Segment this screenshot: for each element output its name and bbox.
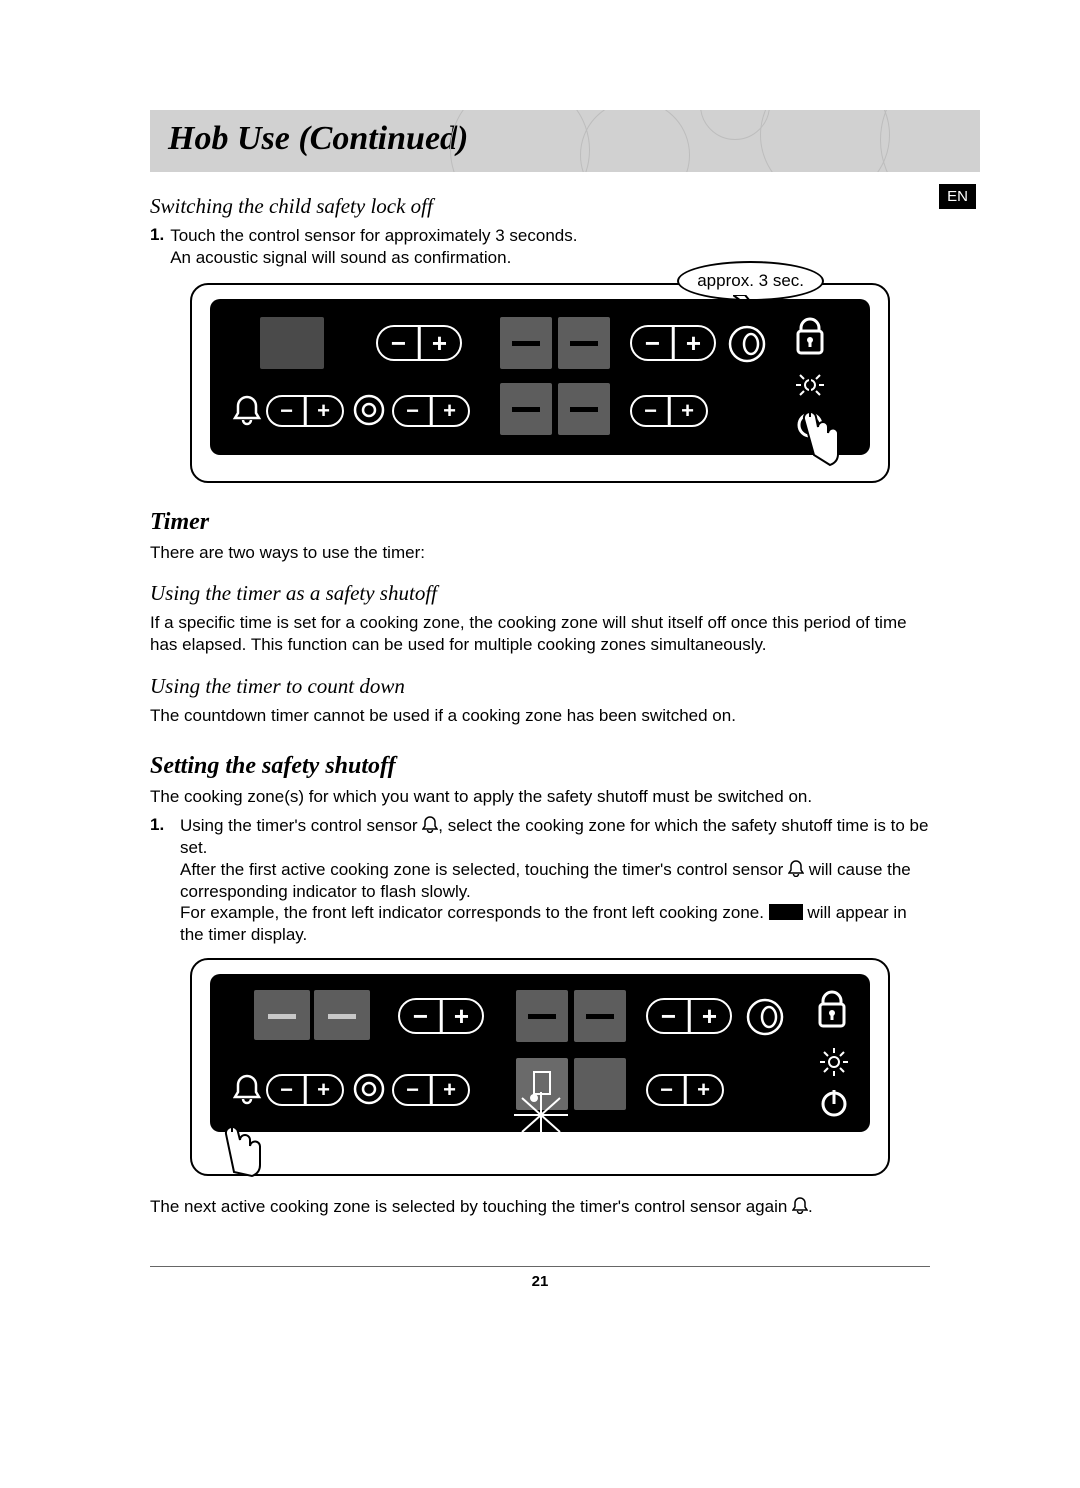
timer-intro: There are two ways to use the timer: [150, 542, 930, 564]
speech-callout: approx. 3 sec. [677, 261, 824, 301]
control-panel-figure-2: −+ −+ −+ −+ [190, 958, 890, 1176]
bell-icon [232, 393, 262, 427]
bell-inline-icon [792, 1196, 808, 1214]
display-zone-tl [260, 317, 324, 369]
display-timer-l [254, 990, 310, 1040]
target-icon [352, 393, 386, 427]
control-panel-figure-1: approx. 3 sec. −+ −+ [190, 283, 890, 483]
starburst-icon [506, 1090, 576, 1140]
lock-icon [814, 990, 850, 1030]
step-line1: Touch the control sensor for approximate… [170, 226, 577, 245]
power-icon [818, 1086, 850, 1118]
step-text: Using the timer's control sensor , selec… [180, 815, 930, 946]
brightness-icon [818, 1046, 850, 1078]
adjust-pill-tr[interactable]: −+ [630, 325, 716, 361]
heading-child-lock-off: Switching the child safety lock off [150, 194, 930, 219]
display-center-tl [500, 317, 552, 369]
timer-shutoff-text: If a specific time is set for a cooking … [150, 612, 930, 656]
footer-rule [150, 1266, 930, 1267]
adjust-pill-bl[interactable]: −+ [392, 395, 470, 427]
display-center-tr [574, 990, 626, 1042]
language-tab: EN [939, 184, 976, 209]
shutoff-intro: The cooking zone(s) for which you want t… [150, 786, 930, 808]
bell-inline-icon [422, 815, 438, 833]
adjust-pill-br[interactable]: −+ [646, 1074, 724, 1106]
adjust-pill-tr[interactable]: −+ [646, 998, 732, 1034]
timer-countdown-text: The countdown timer cannot be used if a … [150, 705, 930, 727]
heading-safety-shutoff: Setting the safety shutoff [150, 753, 930, 780]
shutoff-outro: The next active cooking zone is selected… [150, 1196, 930, 1218]
adjust-pill-tl[interactable]: −+ [398, 998, 484, 1034]
step-line2: An acoustic signal will sound as confirm… [170, 248, 511, 267]
heading-timer: Timer [150, 509, 930, 536]
target-icon [352, 1072, 386, 1106]
black-box-icon [769, 904, 803, 920]
step-number: 1. [150, 815, 174, 946]
zone-ring-icon [744, 996, 786, 1038]
hand-pointer-icon [766, 359, 846, 469]
heading-timer-shutoff: Using the timer as a safety shutoff [150, 581, 930, 606]
shutoff-step-1: 1. Using the timer's control sensor , se… [150, 815, 930, 946]
display-timer-r [314, 990, 370, 1040]
display-center-tr [558, 317, 610, 369]
adjust-pill-tl[interactable]: −+ [376, 325, 462, 361]
display-center-tl [516, 990, 568, 1042]
adjust-pill-timer[interactable]: −+ [266, 395, 344, 427]
adjust-pill-bl[interactable]: −+ [392, 1074, 470, 1106]
step-text: Touch the control sensor for approximate… [170, 225, 577, 269]
display-center-br [558, 383, 610, 435]
step-number: 1. [150, 225, 164, 269]
adjust-pill-br[interactable]: −+ [630, 395, 708, 427]
heading-timer-countdown: Using the timer to count down [150, 674, 930, 699]
page-number: 21 [150, 1273, 930, 1290]
lock-icon [792, 317, 828, 357]
display-center-bl [500, 383, 552, 435]
bell-inline-icon [788, 859, 804, 877]
hand-pointer-icon [202, 1082, 292, 1178]
display-center-br [574, 1058, 626, 1110]
title-bar: Hob Use (Continued) [150, 110, 980, 172]
zone-ring-icon [726, 323, 768, 365]
